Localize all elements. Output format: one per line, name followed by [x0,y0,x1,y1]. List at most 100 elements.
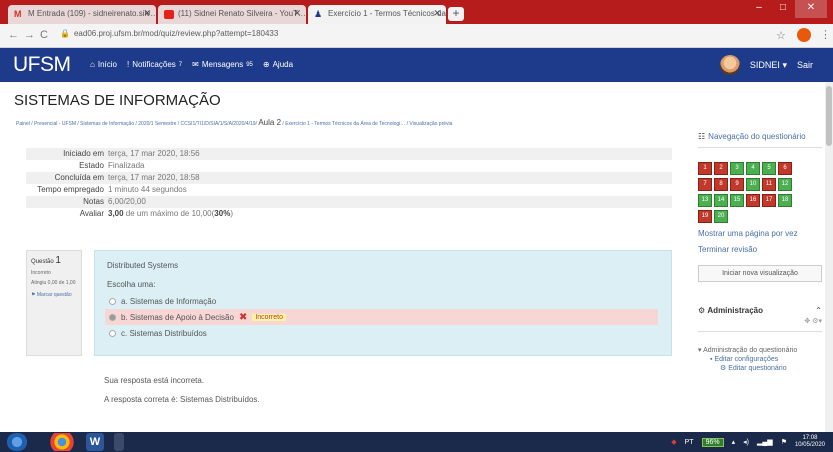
minimize-icon[interactable]: – [747,0,771,18]
nav-notifications[interactable]: ! Notificações 7 [127,60,182,69]
chevron-up-icon[interactable]: ⌃ [815,306,822,315]
admin-tree-item[interactable]: ⚙ Editar questionário [698,364,822,373]
admin-tree-item[interactable]: ▾ Administração do questionário [698,346,822,355]
question-nav-button[interactable]: 9 [730,178,744,191]
question-nav-button[interactable]: 19 [698,210,712,223]
block-controls[interactable]: ✥ ⚙▾ [698,317,822,325]
tab-quiz[interactable]: ♟ Exercício 1 - Termos Técnicos da … ✕ [308,5,446,24]
question-nav-button[interactable]: 4 [746,162,760,175]
url-field[interactable]: 🔒 ead06.proj.ufsm.br/mod/quiz/review.php?… [60,29,278,38]
summary-row: Iniciado em terça, 17 mar 2020, 18:56 [26,148,672,160]
breadcrumb-current[interactable]: Aula 2 [258,118,281,127]
question-nav-button[interactable]: 20 [714,210,728,223]
chrome-icon[interactable] [48,433,76,451]
window-controls: – □ ✕ [747,0,827,20]
windows-start-icon[interactable] [6,433,28,451]
profile-icon[interactable] [797,28,811,42]
bookmark-star-icon[interactable]: ☆ [776,29,786,42]
question-nav-button[interactable]: 10 [746,178,760,191]
finish-review-link[interactable]: Terminar revisão [698,245,822,255]
question-nav-button[interactable]: 2 [714,162,728,175]
question-nav-button[interactable]: 14 [714,194,728,207]
user-name-text: SIDNEI [749,59,780,70]
flag-icon: ⚑ [31,292,36,298]
radio-button[interactable] [109,313,116,321]
tab-gmail[interactable]: M M Entrada (109) - sidneirenato.silv… ✕ [8,5,156,24]
question-number-value: 1 [55,255,61,266]
question-nav-button[interactable]: 12 [778,178,792,191]
flag-icon[interactable]: ⚑ [781,438,787,446]
logout-link[interactable]: Sair [797,60,813,70]
youtube-icon [164,10,174,19]
new-tab-button[interactable]: + [448,7,464,21]
question-nav-button[interactable]: 6 [778,162,792,175]
summary-value: 1 minuto 44 segundos [108,185,187,194]
summary-value: 6,00/20,00 [108,197,146,206]
menu-dots-icon[interactable]: ⋮ [820,28,831,41]
divider [698,331,822,332]
close-icon[interactable]: ✕ [143,8,151,19]
brand-logo[interactable]: UFSM [13,53,71,77]
answer-label: a. Sistemas de Informação [121,296,217,306]
breadcrumb-path[interactable]: Painel / Presencial - UFSM / Sistemas de… [16,121,257,127]
flag-question-link[interactable]: ⚑ Marcar questão [31,292,77,298]
new-preview-button[interactable]: Iniciar nova visualização [698,265,822,282]
word-icon[interactable]: W [86,433,104,451]
question-info: Questão 1 Incorreto Atingiu 0,00 de 1,00… [26,250,82,356]
user-name[interactable]: SIDNEI ▾ [750,60,787,71]
answer-option[interactable]: a. Sistemas de Informação [107,293,659,309]
grade-max: de um máximo de 10,00( [123,209,215,218]
security-icon[interactable]: ◆ [671,438,676,446]
admin-title-text: Administração [707,306,763,315]
admin-tree-item[interactable]: ▪ Editar configurações [698,355,822,364]
question-nav-button[interactable]: 7 [698,178,712,191]
caret-down-icon: ▾ [698,347,702,354]
answer-option-selected[interactable]: b. Sistemas de Apoio à Decisão ✖ Incorre… [105,309,658,325]
summary-row: Tempo empregado 1 minuto 44 segundos [26,184,672,196]
settings-icon[interactable]: ⚙▾ [812,318,822,325]
window-close-icon[interactable]: ✕ [795,0,827,18]
question-prompt: Escolha uma: [107,280,156,289]
question-nav-button[interactable]: 13 [698,194,712,207]
forward-icon[interactable]: → [24,29,35,41]
question-nav-button[interactable]: 8 [714,178,728,191]
question-nav-button[interactable]: 11 [762,178,776,191]
tray-arrow-icon[interactable]: ▴ [732,438,736,446]
scrollbar-thumb[interactable] [826,86,832,146]
language-indicator[interactable]: PT [685,439,694,446]
breadcrumb-tail[interactable]: / Exercício 1 - Termos Técnicos da Área … [282,121,452,127]
battery-indicator[interactable]: 96% [701,437,724,447]
lock-icon: 🔒 [60,29,70,38]
nav-home[interactable]: ⌂ Início [90,60,117,69]
radio-button[interactable] [109,297,116,305]
question-nav-button[interactable]: 16 [746,194,760,207]
taskbar-app[interactable] [114,433,124,451]
show-one-page-link[interactable]: Mostrar uma página por vez [698,229,822,239]
maximize-icon[interactable]: □ [771,0,795,18]
volume-icon[interactable]: ◂) [743,438,749,446]
tab-youtube[interactable]: (11) Sidnei Renato Silveira - YouT… ✕ [158,5,306,24]
question-nav-button[interactable]: 3 [730,162,744,175]
reload-icon[interactable]: C [40,29,48,41]
avatar[interactable] [719,55,740,75]
signal-icon[interactable]: ▂▄▆ [757,438,773,446]
question-nav-button[interactable]: 1 [698,162,712,175]
admin-tree: ▾ Administração do questionário ▪ Editar… [698,346,822,373]
attempt-summary-table: Iniciado em terça, 17 mar 2020, 18:56 Es… [26,148,672,220]
close-icon[interactable]: ✕ [433,8,441,19]
nav-messages[interactable]: ✉ Mensagens 95 [192,60,253,69]
question-nav-button[interactable]: 18 [778,194,792,207]
answer-option[interactable]: c. Sistemas Distribuídos [107,325,659,341]
back-icon[interactable]: ← [8,29,19,41]
clock[interactable]: 17:08 10/05/2020 [795,435,825,449]
radio-button[interactable] [109,329,116,337]
tab-title: Exercício 1 - Termos Técnicos da … [328,9,446,18]
question-nav-button[interactable]: 17 [762,194,776,207]
close-icon[interactable]: ✕ [293,8,301,19]
question-nav-button[interactable]: 15 [730,194,744,207]
move-icon[interactable]: ✥ [804,318,810,325]
envelope-icon: ✉ [192,60,199,69]
site-navbar: UFSM ⌂ Início ! Notificações 7 ✉ Mensage… [0,48,833,82]
question-nav-button[interactable]: 5 [762,162,776,175]
nav-help[interactable]: ⊕ Ajuda [263,60,293,69]
